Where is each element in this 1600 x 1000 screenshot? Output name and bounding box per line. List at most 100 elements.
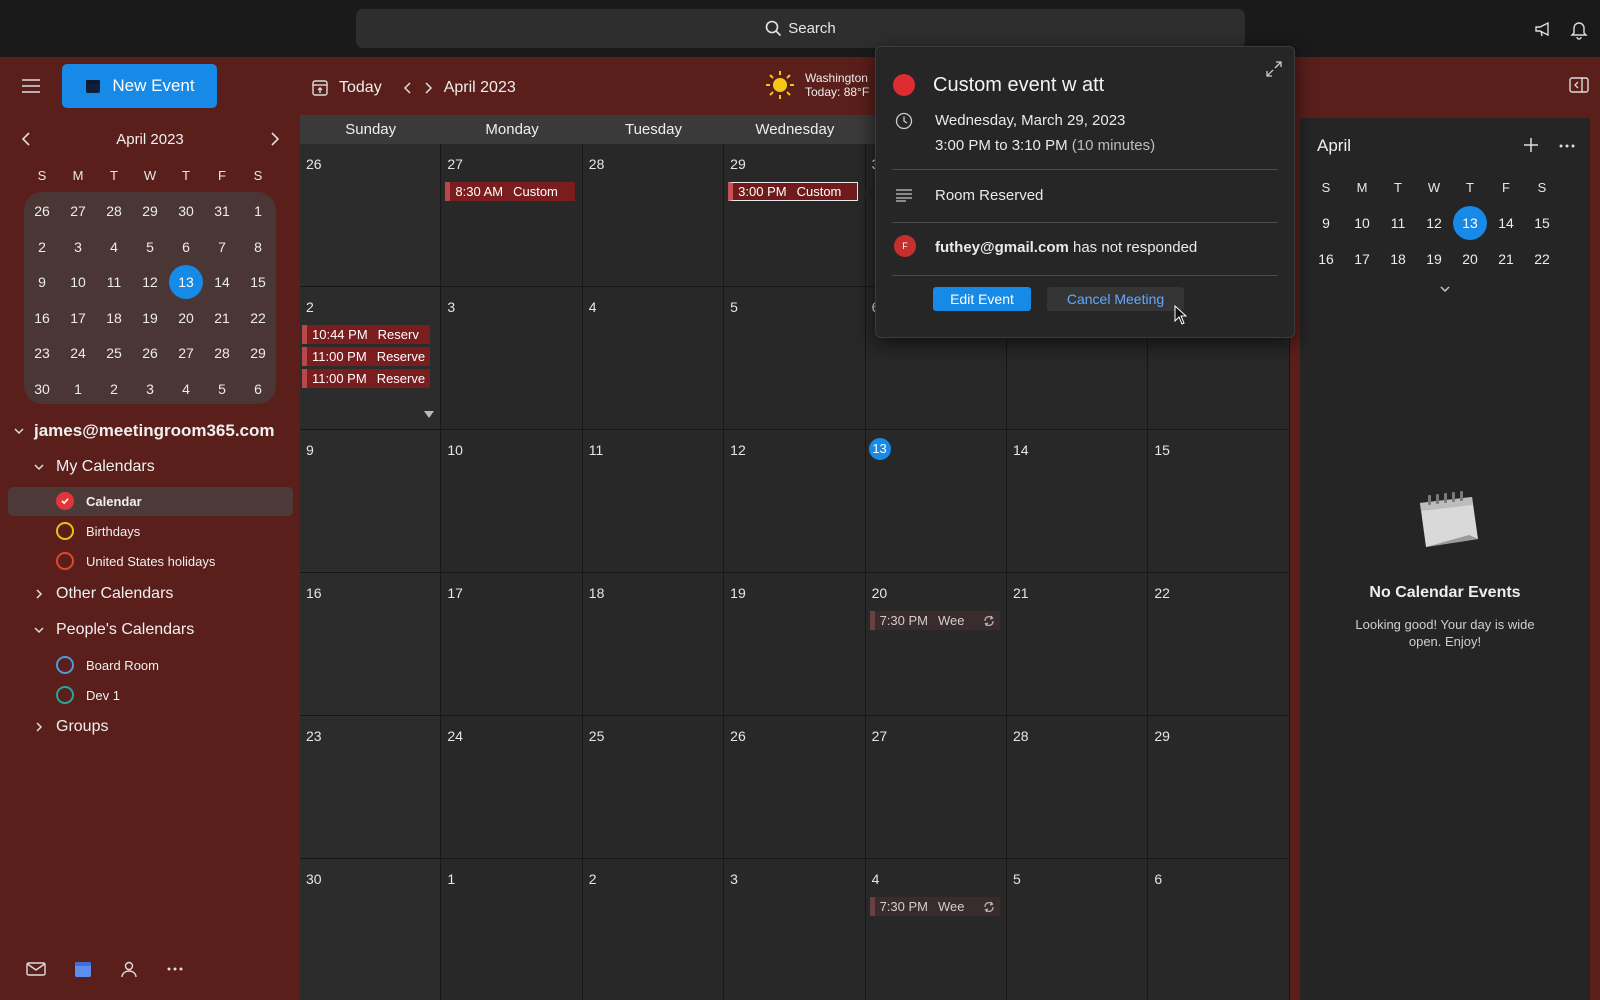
more-icon[interactable]	[166, 966, 184, 972]
day-cell[interactable]: 29 3:00 PM Custom	[724, 144, 866, 287]
mini-calendar-day[interactable]: 31	[204, 203, 240, 219]
mini-calendar-day[interactable]: 26	[24, 203, 60, 219]
event-chip[interactable]: 11:00 PM Reserve	[302, 347, 430, 366]
agenda-day[interactable]: 12	[1416, 215, 1452, 231]
bell-icon[interactable]	[1568, 18, 1590, 40]
day-cell[interactable]: 4	[582, 287, 725, 430]
mini-calendar-day[interactable]: 30	[168, 203, 204, 219]
day-cell[interactable]: 28	[582, 144, 725, 287]
day-cell[interactable]: 11	[582, 430, 725, 573]
expand-chevron-icon[interactable]	[1438, 284, 1452, 294]
previous-icon[interactable]	[402, 81, 414, 95]
groups-group[interactable]: Groups	[32, 718, 108, 736]
mini-calendar-day[interactable]: 3	[132, 381, 168, 397]
mini-calendar-day[interactable]: 20	[168, 310, 204, 326]
event-chip[interactable]: 11:00 PM Reserve	[302, 369, 430, 388]
agenda-day[interactable]: 14	[1488, 215, 1524, 231]
day-cell[interactable]: 16	[300, 573, 442, 716]
mini-calendar-day[interactable]: 28	[204, 345, 240, 361]
day-cell[interactable]: 18	[582, 573, 725, 716]
day-cell[interactable]: 12	[724, 430, 866, 573]
day-cell[interactable]: 2 10:44 PM Reserv 11:00 PM Reserve 11:00 PM Re…	[300, 287, 442, 430]
agenda-day[interactable]: 10	[1344, 215, 1380, 231]
agenda-day[interactable]: 11	[1380, 215, 1416, 231]
mini-calendar-day[interactable]: 29	[132, 203, 168, 219]
next-icon[interactable]	[422, 81, 434, 95]
mini-calendar-day[interactable]: 1	[240, 203, 276, 219]
mini-calendar-today[interactable]: 13	[168, 265, 204, 300]
today-button[interactable]: Today	[339, 79, 382, 97]
agenda-day[interactable]: 19	[1416, 251, 1452, 267]
expand-icon[interactable]	[1264, 59, 1284, 79]
day-cell[interactable]: 23	[300, 716, 442, 859]
event-chip[interactable]: 10:44 PM Reserv	[302, 325, 430, 344]
mini-calendar-day[interactable]: 10	[60, 274, 96, 290]
mini-calendar-day[interactable]: 25	[96, 345, 132, 361]
add-icon[interactable]	[1522, 136, 1540, 154]
mini-calendar-day[interactable]: 16	[24, 310, 60, 326]
agenda-day[interactable]: 9	[1308, 215, 1344, 231]
event-chip[interactable]: 8:30 AM Custom	[445, 182, 576, 201]
peoples-calendars-group[interactable]: People's Calendars	[32, 621, 194, 639]
agenda-day[interactable]: 21	[1488, 251, 1524, 267]
more-events-icon[interactable]	[424, 411, 434, 418]
calendar-item-us-holidays[interactable]: United States holidays	[56, 552, 215, 570]
current-month-label[interactable]: April 2023	[444, 79, 516, 97]
day-cell[interactable]: 5	[1006, 859, 1149, 1000]
collapse-pane-icon[interactable]	[1569, 76, 1589, 94]
calendar-app-icon[interactable]	[74, 960, 92, 978]
day-cell[interactable]: 9	[300, 430, 442, 573]
day-cell[interactable]: 2	[582, 859, 725, 1000]
day-cell[interactable]: 25	[582, 716, 725, 859]
day-cell[interactable]: 13	[865, 430, 1007, 573]
mini-calendar-day[interactable]: 22	[240, 310, 276, 326]
calendar-item-board-room[interactable]: Board Room	[56, 656, 159, 674]
day-cell[interactable]: 26	[300, 144, 442, 287]
mini-calendar-day[interactable]: 2	[24, 239, 60, 255]
day-cell[interactable]: 27 8:30 AM Custom	[441, 144, 583, 287]
agenda-day[interactable]: 18	[1380, 251, 1416, 267]
agenda-day[interactable]: 16	[1308, 251, 1344, 267]
mini-calendar-day[interactable]: 11	[96, 274, 132, 290]
mini-calendar-day[interactable]: 24	[60, 345, 96, 361]
event-chip[interactable]: 3:00 PM Custom	[728, 182, 859, 201]
calendar-item-birthdays[interactable]: Birthdays	[56, 522, 140, 540]
mini-calendar-day[interactable]: 8	[240, 239, 276, 255]
agenda-day[interactable]: 15	[1524, 215, 1560, 231]
today-icon[interactable]	[311, 79, 329, 97]
day-cell[interactable]: 14	[1006, 430, 1149, 573]
day-cell[interactable]: 3	[724, 859, 866, 1000]
my-calendars-group[interactable]: My Calendars	[32, 458, 155, 476]
more-options-icon[interactable]	[1558, 143, 1576, 149]
day-cell[interactable]: 26	[724, 716, 866, 859]
mini-calendar-day[interactable]: 1	[60, 381, 96, 397]
mini-calendar-day[interactable]: 6	[168, 239, 204, 255]
day-cell[interactable]: 24	[441, 716, 583, 859]
mini-calendar-day[interactable]: 2	[96, 381, 132, 397]
mini-calendar-day[interactable]: 7	[204, 239, 240, 255]
day-cell[interactable]: 4 7:30 PM Wee	[865, 859, 1007, 1000]
attendee-email[interactable]: futhey@gmail.com	[935, 239, 1069, 256]
day-cell[interactable]: 20 7:30 PM Wee	[865, 573, 1007, 716]
mini-calendar-day[interactable]: 23	[24, 345, 60, 361]
day-cell[interactable]: 10	[441, 430, 583, 573]
day-cell[interactable]: 15	[1148, 430, 1290, 573]
mini-calendar-day[interactable]: 21	[204, 310, 240, 326]
mini-calendar-day[interactable]: 27	[168, 345, 204, 361]
weather-widget[interactable]: Washington Today: 88°F	[765, 70, 869, 100]
mini-calendar-day[interactable]: 4	[168, 381, 204, 397]
megaphone-icon[interactable]	[1533, 18, 1555, 40]
day-cell[interactable]: 17	[441, 573, 583, 716]
day-cell[interactable]: 6	[1148, 859, 1290, 1000]
mini-calendar-day[interactable]: 4	[96, 239, 132, 255]
agenda-today[interactable]: 13	[1452, 206, 1488, 241]
mini-calendar-day[interactable]: 30	[24, 381, 60, 397]
mini-calendar-day[interactable]: 17	[60, 310, 96, 326]
mail-icon[interactable]	[26, 961, 46, 977]
mini-calendar-day[interactable]: 14	[204, 274, 240, 290]
day-cell[interactable]: 5	[724, 287, 866, 430]
day-cell[interactable]: 22	[1148, 573, 1290, 716]
search-box[interactable]: Search	[356, 9, 1245, 48]
day-cell[interactable]: 19	[724, 573, 866, 716]
edit-event-button[interactable]: Edit Event	[933, 287, 1031, 311]
